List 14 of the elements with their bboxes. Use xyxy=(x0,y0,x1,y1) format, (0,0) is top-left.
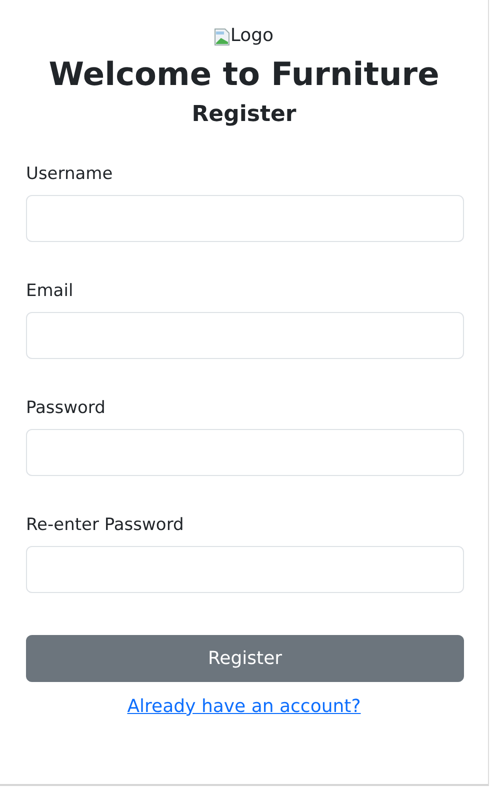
page-title: Welcome to Furniture xyxy=(48,54,440,94)
logo-alt-text: Logo xyxy=(230,26,274,46)
input-field[interactable] xyxy=(26,312,464,359)
field-label: Password xyxy=(26,397,106,419)
broken-image-icon xyxy=(214,28,230,46)
field-label: Re-enter Password xyxy=(26,514,184,536)
form-heading: Register xyxy=(190,101,298,129)
field-label: Username xyxy=(26,163,113,185)
input-field[interactable] xyxy=(26,546,464,593)
login-link[interactable]: Already have an account? xyxy=(127,696,361,717)
register-button[interactable]: Register xyxy=(26,635,464,682)
input-field[interactable] xyxy=(26,195,464,242)
field-label: Email xyxy=(26,280,74,302)
input-field[interactable] xyxy=(26,429,464,476)
